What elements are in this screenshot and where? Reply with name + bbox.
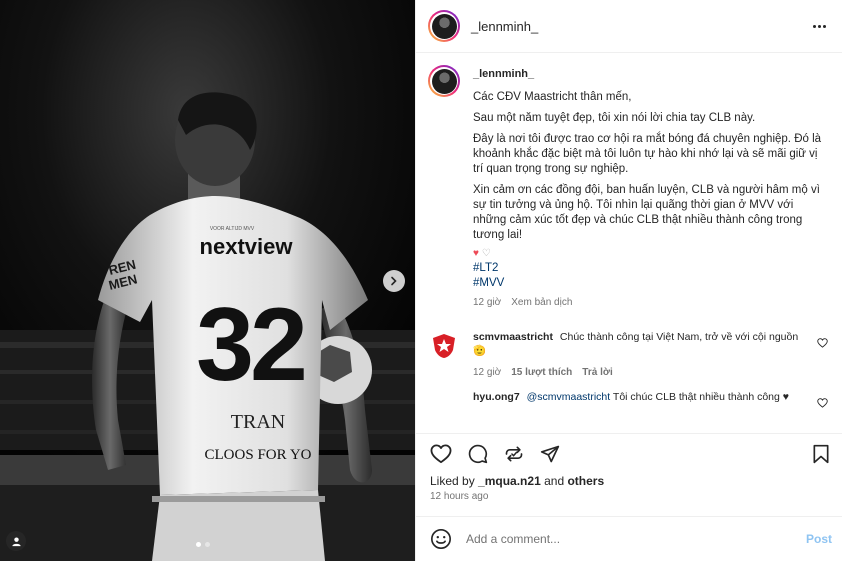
caption-line-4: Xin cảm ơn các đồng đội, ban huấn luyện,… (473, 184, 820, 241)
send-icon (540, 445, 560, 462)
like-reply-icon[interactable] (817, 398, 828, 408)
reply-mention[interactable]: @scmvmaastricht (527, 391, 611, 403)
likes-others[interactable]: others (567, 474, 604, 488)
likes-user[interactable]: _mqua.n21 (478, 474, 541, 488)
comment-reply-item: hyu.ong7 @scmvmaastricht Tôi chúc CLB th… (428, 390, 828, 408)
player-photo-illustration: REN MEN VOOR ALTIJD MVV nextview 32 TRAN… (0, 0, 415, 561)
like-button[interactable] (430, 443, 452, 464)
hashtag-mvv[interactable]: #MVV (473, 277, 828, 289)
caption-avatar[interactable] (428, 65, 460, 97)
caption-line-3: Đây là nơi tôi được trao cơ hội ra mắt b… (473, 133, 822, 175)
post-details-panel: _lennminh_ _lennminh_ Các CĐV Maastricht… (415, 0, 842, 561)
like-comment-icon[interactable] (817, 338, 828, 348)
comment-icon (468, 444, 488, 463)
jersey-number: 32 (196, 287, 304, 403)
post-actions (416, 433, 842, 473)
comment-time: 12 giờ (473, 367, 502, 378)
chevron-right-icon (391, 276, 397, 286)
svg-text:VOOR ALTIJD MVV: VOOR ALTIJD MVV (210, 226, 255, 232)
reply-username[interactable]: hyu.ong7 (473, 391, 520, 403)
caption-line-2: Sau một năm tuyệt đẹp, tôi xin nói lời c… (473, 112, 756, 124)
caption-line-1: Các CĐV Maastricht thân mến, (473, 91, 632, 103)
caption-time: 12 giờ (473, 297, 502, 308)
club-avatar[interactable] (428, 330, 460, 362)
repost-button[interactable] (504, 444, 524, 464)
more-icon (813, 24, 816, 28)
carousel-indicator (196, 542, 210, 547)
likes-and: and (544, 474, 565, 488)
post-timestamp: 12 hours ago (430, 491, 489, 502)
comments-section[interactable]: _lennminh_ Các CĐV Maastricht thân mến, … (416, 53, 842, 433)
likes-prefix: Liked by (430, 474, 475, 488)
bookmark-icon (813, 444, 829, 463)
next-slide-button[interactable] (383, 270, 405, 292)
save-button[interactable] (812, 444, 830, 464)
comment-item: scmvmaastricht Chúc thành công tại Việt … (428, 330, 828, 380)
more-options-button[interactable] (809, 21, 830, 32)
add-comment-bar: Post (416, 516, 842, 561)
likes-summary[interactable]: Liked by _mqua.n21 and others (416, 473, 842, 489)
repost-icon (505, 446, 523, 461)
post-photo[interactable]: REN MEN VOOR ALTIJD MVV nextview 32 TRAN… (0, 0, 415, 561)
author-avatar[interactable] (428, 10, 460, 42)
post-modal: REN MEN VOOR ALTIJD MVV nextview 32 TRAN… (0, 0, 842, 561)
heart-icon (430, 443, 452, 463)
share-button[interactable] (540, 444, 560, 464)
carousel-dot-2 (205, 542, 210, 547)
emoji-icon[interactable] (430, 528, 452, 550)
reply-text: Tôi chúc CLB thật nhiều thành công ♥ (612, 391, 790, 403)
comment-button[interactable] (468, 444, 488, 464)
comment-input[interactable] (466, 532, 806, 546)
jersey-name: TRAN (231, 411, 285, 433)
tagged-users-button[interactable] (6, 531, 26, 551)
author-username[interactable]: _lennminh_ (471, 19, 538, 34)
jersey-back-sponsor: CLOOS FOR YO (205, 447, 312, 463)
post-header: _lennminh_ (416, 0, 842, 53)
caption: _lennminh_ Các CĐV Maastricht thân mến, … (428, 65, 828, 308)
jersey-sponsor: nextview (200, 234, 294, 259)
hashtag-lt2[interactable]: #LT2 (473, 262, 828, 274)
reply-button[interactable]: Trả lời (582, 366, 612, 380)
user-icon (11, 536, 21, 546)
comment-likes[interactable]: 15 lượt thích (511, 366, 572, 380)
carousel-dot-1 (196, 542, 201, 547)
club-crest-icon (433, 334, 455, 358)
post-comment-button[interactable]: Post (806, 532, 832, 546)
caption-username[interactable]: _lennminh_ (473, 68, 828, 80)
caption-emoji: ♥ ♡ (473, 248, 491, 259)
comment-username[interactable]: scmvmaastricht (473, 331, 553, 343)
translate-link[interactable]: Xem bản dịch (511, 297, 572, 308)
